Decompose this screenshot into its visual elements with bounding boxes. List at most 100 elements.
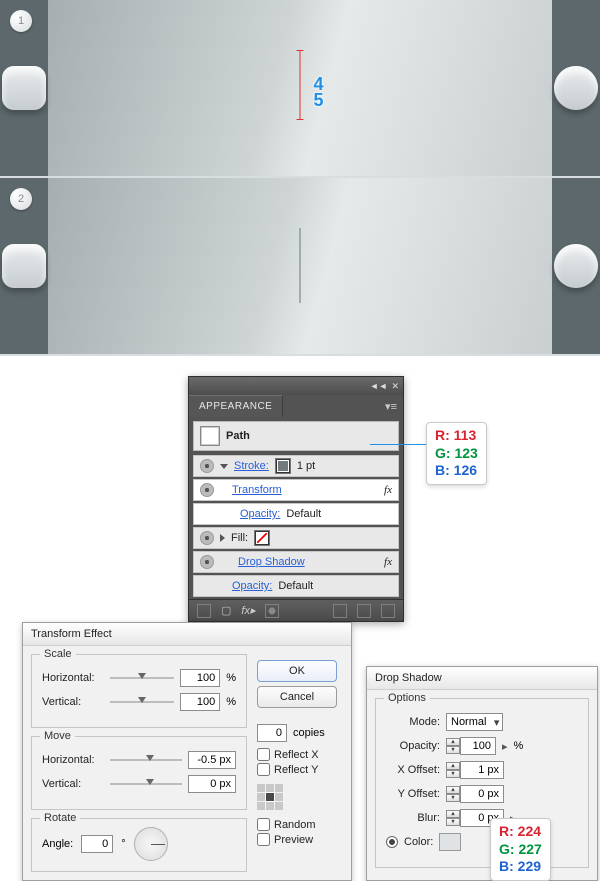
r-value: R: 224 [499,823,542,841]
ok-button[interactable]: OK [257,660,337,682]
degree-symbol: ° [121,838,125,850]
collapse-icon[interactable]: ◄◄ [370,381,388,391]
stroke-opacity-row[interactable]: Opacity: Default [193,503,399,525]
callout-leader [370,444,426,445]
disclosure-icon[interactable] [220,464,228,469]
move-h-input[interactable] [188,751,236,769]
preview-check[interactable]: Preview [257,833,341,846]
appearance-tab[interactable]: APPEARANCE [189,395,283,417]
rgb-callout-stroke: R: 113 G: 123 B: 126 [426,422,487,485]
group-label: Rotate [40,812,80,824]
group-label: Scale [40,648,76,660]
color-label: Color: [404,836,433,848]
pct: % [226,696,236,708]
scale-h-input[interactable] [180,669,220,687]
angle-dial[interactable] [134,827,168,861]
yoffset-input[interactable]: ▴▾ [446,785,504,803]
move-group: Move Horizontal: Vertical: [31,736,247,810]
angle-input[interactable] [81,835,113,853]
clear-icon[interactable]: ▢ [221,604,231,617]
fx-icon[interactable]: fx [384,556,392,568]
drop-shadow-dialog: Drop Shadow Options Mode: Normal Opacity… [366,666,598,881]
yoffset-label: Y Offset: [386,788,440,800]
visibility-icon[interactable] [200,555,214,569]
stroke-label[interactable]: Stroke: [234,460,269,472]
result-stroke [300,228,301,303]
random-check[interactable]: Random [257,818,341,831]
scale-group: Scale Horizontal: % Vertical: % [31,654,247,728]
measure-label: 45 [308,74,329,106]
xoffset-input[interactable]: ▴▾ [446,761,504,779]
move-h-slider[interactable] [110,759,182,761]
new-art-icon[interactable] [197,604,211,618]
transform-effect-dialog: Transform Effect Scale Horizontal: % Ver… [22,622,352,881]
fill-swatch[interactable] [254,530,270,546]
trash-icon[interactable] [381,604,395,618]
path-label: Path [226,430,250,442]
color-swatch[interactable] [439,833,461,851]
opacity-value: Default [278,580,313,592]
scale-v-slider[interactable] [110,701,174,703]
group-label: Options [384,692,430,704]
b-value: B: 229 [499,858,542,876]
color-radio[interactable] [386,836,398,848]
stroke-swatch[interactable] [275,458,291,474]
copies-label: copies [293,727,325,739]
vertical-label: Vertical: [42,778,104,790]
dropshadow-row[interactable]: Drop Shadow fx [193,551,399,573]
opacity-value: Default [286,508,321,520]
close-icon[interactable]: ✕ [391,381,399,392]
dialog-title: Transform Effect [23,623,351,646]
scale-h-slider[interactable] [110,677,174,679]
fx-icon[interactable]: fx [384,484,392,496]
dropshadow-link[interactable]: Drop Shadow [238,556,305,568]
dialog-title: Drop Shadow [367,667,597,690]
r-value: R: 113 [435,427,478,445]
disclosure-icon[interactable] [220,534,225,542]
fill-row[interactable]: Fill: [193,527,399,549]
mode-select[interactable]: Normal [446,713,503,731]
visibility-icon[interactable] [200,531,214,545]
illustration-strips: 1 45 2 [0,0,600,356]
xoffset-label: X Offset: [386,764,440,776]
cancel-button[interactable]: Cancel [257,686,337,708]
step-badge-2: 2 [10,188,32,210]
reflect-x-check[interactable]: Reflect X [257,748,341,761]
reflect-y-check[interactable]: Reflect Y [257,763,341,776]
thumbnail-swatch [200,426,220,446]
object-opacity-row[interactable]: Opacity: Default [193,575,399,597]
transform-link[interactable]: Transform [232,484,282,496]
strip-1: 1 45 [0,0,600,178]
opacity-label[interactable]: Opacity: [232,580,272,592]
panel-chrome[interactable]: ◄◄✕ [189,377,403,395]
move-v-input[interactable] [188,775,236,793]
new-item-icon[interactable] [357,604,371,618]
duplicate-icon[interactable] [333,604,347,618]
visibility-icon[interactable] [200,459,214,473]
scale-v-input[interactable] [180,693,220,711]
step-badge-1: 1 [10,10,32,32]
panel-menu-icon[interactable]: ▾≡ [385,400,397,413]
horizontal-label: Horizontal: [42,672,104,684]
measure-line [300,50,301,120]
move-v-slider[interactable] [110,783,182,785]
clear-appearance-icon[interactable] [265,604,279,618]
appearance-panel: ◄◄✕ APPEARANCE ▾≡ Path Stroke: 1 pt Tran… [188,376,404,622]
blur-label: Blur: [386,812,440,824]
dropdown-icon[interactable]: ▸ [502,740,508,753]
stroke-weight[interactable]: 1 pt [297,460,315,472]
opacity-input[interactable]: ▴▾ [446,737,496,755]
opacity-label: Opacity: [386,740,440,752]
fx-menu-icon[interactable]: fx▸ [241,604,255,617]
transform-effect-row[interactable]: Transform fx [193,479,399,501]
panel-footer: ▢ fx▸ [189,599,403,621]
strip-2: 2 [0,178,600,356]
visibility-icon[interactable] [200,483,214,497]
right-shape [552,0,600,176]
reference-point[interactable] [257,784,283,810]
mode-label: Mode: [386,716,440,728]
opacity-label[interactable]: Opacity: [240,508,280,520]
target-path[interactable]: Path [193,421,399,451]
stroke-row[interactable]: Stroke: 1 pt [193,455,399,477]
copies-input[interactable] [257,724,287,742]
